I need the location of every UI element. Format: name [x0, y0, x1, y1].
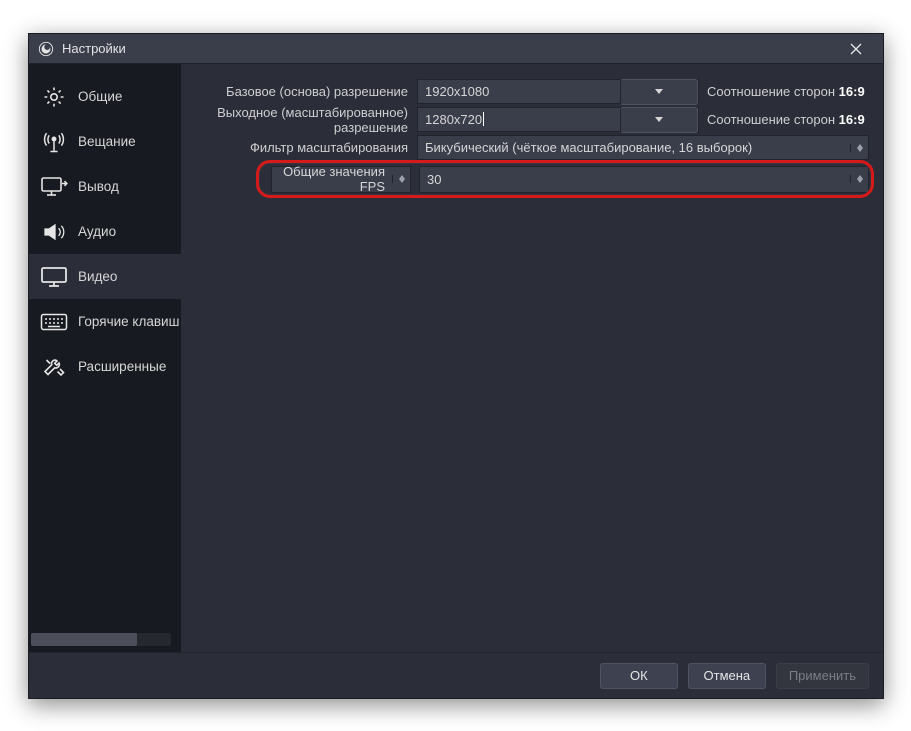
settings-window: Настройки Общие Вещание	[28, 33, 884, 699]
close-icon	[850, 43, 862, 55]
sidebar-item-advanced[interactable]: Расширенные	[29, 344, 181, 389]
aspect-ratio-output: Соотношение сторон 16:9	[707, 112, 865, 127]
main-panel: Базовое (основа) разрешение 1920x1080 Со…	[181, 64, 883, 652]
row-output-resolution: Выходное (масштабированное) разрешение 1…	[181, 106, 869, 133]
fps-value-combo[interactable]: 30	[419, 166, 869, 193]
base-resolution-combo[interactable]: 1920x1080	[417, 79, 699, 104]
gear-icon	[39, 82, 69, 112]
row-fps: Общие значения FPS 30	[181, 163, 869, 195]
sidebar-item-label: Общие	[78, 89, 122, 104]
sidebar-item-general[interactable]: Общие	[29, 74, 181, 119]
obs-icon	[37, 40, 55, 58]
aspect-ratio-value: 16:9	[839, 112, 865, 127]
aspect-ratio-label: Соотношение сторон	[707, 84, 835, 99]
sidebar-scrollbar[interactable]	[31, 633, 171, 646]
downscale-filter-value: Бикубический (чёткое масштабирование, 16…	[418, 140, 850, 155]
sidebar-item-label: Видео	[78, 269, 117, 284]
sidebar-item-hotkeys[interactable]: Горячие клавиш	[29, 299, 181, 344]
chevron-down-icon[interactable]	[620, 79, 698, 105]
row-base-resolution: Базовое (основа) разрешение 1920x1080 Со…	[181, 78, 869, 105]
speaker-icon	[39, 217, 69, 247]
spin-buttons[interactable]	[850, 175, 868, 183]
chevron-down-icon[interactable]	[620, 107, 698, 133]
sidebar-item-output[interactable]: Вывод	[29, 164, 181, 209]
downscale-filter-combo[interactable]: Бикубический (чёткое масштабирование, 16…	[417, 135, 869, 160]
sidebar: Общие Вещание Вывод Аудио	[29, 64, 181, 652]
sidebar-item-label: Расширенные	[78, 359, 166, 374]
monitor-icon	[39, 262, 69, 292]
output-icon	[39, 172, 69, 202]
tools-icon	[39, 352, 69, 382]
dialog-footer: ОК Отмена Применить	[29, 652, 883, 698]
label-downscale-filter: Фильтр масштабирования	[181, 140, 417, 155]
spin-buttons[interactable]	[392, 175, 410, 183]
sidebar-item-stream[interactable]: Вещание	[29, 119, 181, 164]
aspect-ratio-label: Соотношение сторон	[707, 112, 835, 127]
fps-type-value: Общие значения FPS	[272, 164, 392, 194]
label-output-resolution: Выходное (масштабированное) разрешение	[181, 105, 417, 135]
keyboard-icon	[39, 307, 69, 337]
antenna-icon	[39, 127, 69, 157]
sidebar-item-label: Горячие клавиш	[78, 314, 179, 329]
sidebar-item-label: Аудио	[78, 224, 116, 239]
fps-type-combo[interactable]: Общие значения FPS	[271, 166, 411, 193]
apply-button: Применить	[776, 663, 869, 689]
output-resolution-value: 1280x720	[418, 112, 620, 127]
scrollbar-thumb[interactable]	[31, 633, 137, 646]
titlebar: Настройки	[29, 34, 883, 64]
label-base-resolution: Базовое (основа) разрешение	[181, 84, 417, 99]
cancel-button[interactable]: Отмена	[688, 663, 766, 689]
aspect-ratio-base: Соотношение сторон 16:9	[707, 84, 865, 99]
base-resolution-value: 1920x1080	[418, 84, 620, 99]
aspect-ratio-value: 16:9	[839, 84, 865, 99]
fps-value: 30	[420, 172, 850, 187]
row-downscale-filter: Фильтр масштабирования Бикубический (чёт…	[181, 134, 869, 161]
sidebar-item-label: Вывод	[78, 179, 119, 194]
sidebar-item-video[interactable]: Видео	[29, 254, 181, 299]
spin-buttons[interactable]	[850, 144, 868, 152]
window-title: Настройки	[62, 41, 835, 56]
sidebar-item-audio[interactable]: Аудио	[29, 209, 181, 254]
ok-button[interactable]: ОК	[600, 663, 678, 689]
sidebar-item-label: Вещание	[78, 134, 136, 149]
output-resolution-combo[interactable]: 1280x720	[417, 107, 699, 132]
close-button[interactable]	[835, 35, 877, 63]
